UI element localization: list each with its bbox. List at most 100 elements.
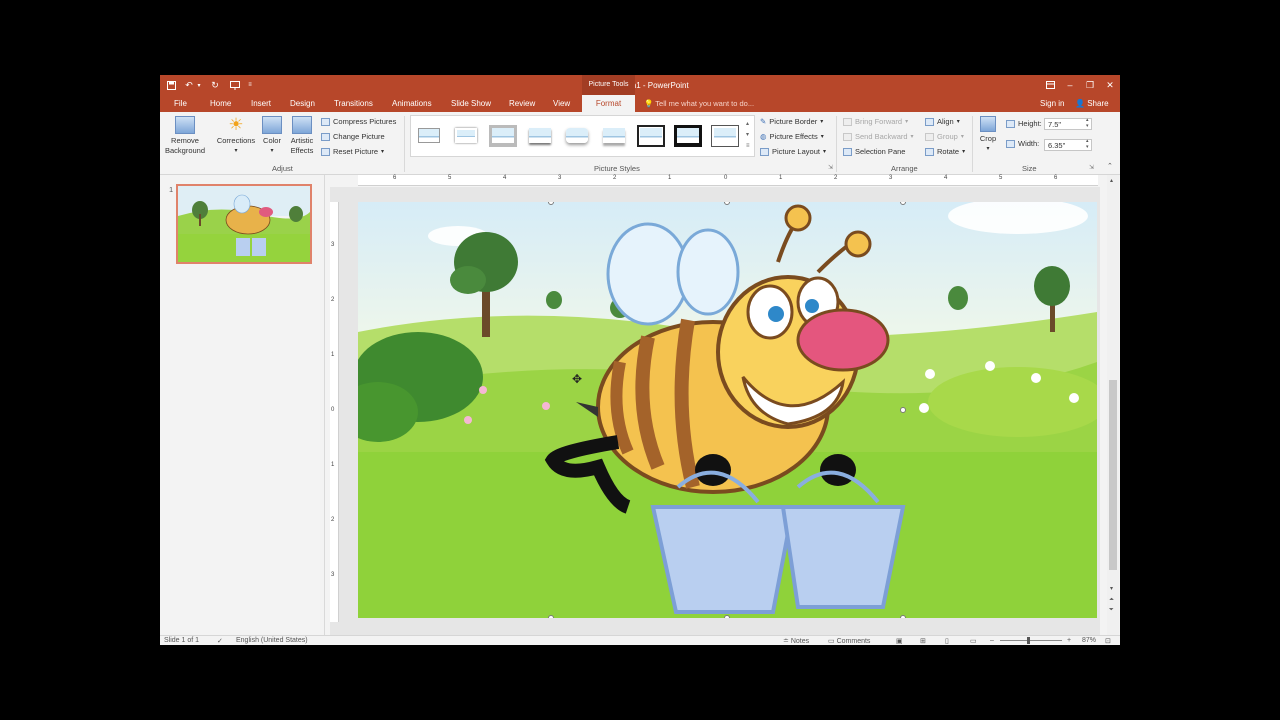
send-backward-dropdown-icon: ▾ — [910, 134, 914, 140]
height-input[interactable]: 7.5" — [1044, 118, 1092, 130]
send-backward-button[interactable]: Send Backward ▾ — [843, 132, 914, 141]
previous-slide-icon[interactable]: ⏶ — [1109, 597, 1114, 604]
minimize-icon[interactable]: – — [1060, 75, 1080, 95]
language-indicator[interactable]: English (United States) — [236, 637, 308, 644]
resize-handle-right[interactable] — [900, 407, 906, 413]
share-button[interactable]: 👤 Share — [1075, 99, 1109, 108]
picture-layout-button[interactable]: Picture Layout ▾ — [760, 147, 826, 156]
normal-view-icon[interactable]: ▣ — [896, 637, 903, 645]
align-icon — [925, 117, 934, 126]
tell-me-search[interactable]: 💡 Tell me what you want to do... — [644, 99, 754, 108]
picture-style-5[interactable] — [563, 125, 591, 147]
ruler-label: 2 — [834, 175, 838, 181]
height-spinner-icon[interactable]: ▴ ▾ — [1086, 117, 1089, 129]
bring-forward-button[interactable]: Bring Forward ▾ — [843, 117, 908, 126]
picture-style-8[interactable] — [674, 125, 702, 147]
picture-effects-button[interactable]: ◍ Picture Effects ▾ — [760, 132, 824, 141]
reading-view-icon[interactable]: ▯ — [945, 637, 949, 645]
tab-slide-show[interactable]: Slide Show — [451, 99, 491, 108]
remove-background-icon — [175, 116, 195, 134]
notes-label: Notes — [790, 638, 810, 645]
comments-label: Comments — [836, 638, 871, 645]
change-picture-label: Change Picture — [333, 132, 385, 141]
ruler-label: 3 — [331, 572, 335, 578]
picture-border-label: Picture Border — [769, 117, 818, 126]
fit-to-window-icon[interactable]: ⊡ — [1105, 637, 1111, 645]
zoom-in-icon[interactable]: + — [1067, 637, 1071, 644]
resize-handle-bottom-left[interactable] — [548, 615, 554, 618]
picture-styles-launcher-icon[interactable]: ⇲ — [828, 164, 833, 171]
bee-picture[interactable] — [358, 202, 1097, 618]
resize-handle-bottom-right[interactable] — [900, 615, 906, 618]
slide-thumbnail[interactable] — [176, 184, 312, 264]
reset-picture-button[interactable]: Reset Picture ▾ — [321, 147, 384, 156]
slide-show-view-icon[interactable]: ▭ — [970, 637, 977, 645]
corrections-button[interactable]: ☀ Corrections ▾ — [214, 116, 258, 156]
artistic-effects-button[interactable]: Artistic Effects — [286, 116, 318, 156]
width-input[interactable]: 6.35" — [1044, 139, 1092, 151]
vertical-scrollbar[interactable]: ▴ ▾ ⏶ ⏷ — [1107, 175, 1119, 635]
slide[interactable]: ✥ — [358, 202, 1097, 618]
picture-style-1[interactable] — [415, 125, 443, 147]
sign-in-link[interactable]: Sign in — [1040, 99, 1064, 108]
next-slide-icon[interactable]: ⏷ — [1109, 607, 1114, 614]
close-icon[interactable]: ✕ — [1100, 75, 1120, 95]
resize-handle-bottom[interactable] — [724, 615, 730, 618]
comments-button[interactable]: ▭ Comments — [828, 637, 870, 645]
tab-format[interactable]: Format — [582, 95, 635, 112]
spell-check-icon[interactable]: ✓ — [217, 637, 223, 645]
collapse-ribbon-icon[interactable]: ⌃ — [1107, 162, 1113, 170]
picture-style-7[interactable] — [637, 125, 665, 147]
zoom-out-icon[interactable]: – — [990, 637, 994, 644]
separator — [836, 116, 837, 172]
slide-editing-area[interactable]: ✥ — [330, 187, 1100, 635]
align-label: Align — [937, 117, 954, 126]
ruler-label: 3 — [558, 175, 562, 181]
scroll-up-icon[interactable]: ▴ — [1110, 177, 1113, 184]
restore-icon[interactable]: ❐ — [1080, 75, 1100, 95]
ruler-label: 1 — [331, 462, 335, 468]
picture-style-9[interactable] — [711, 125, 739, 147]
slide-number: 1 — [169, 185, 174, 194]
gallery-scroll-down-icon[interactable]: ▾ — [746, 131, 749, 138]
selection-pane-button[interactable]: Selection Pane — [843, 147, 905, 156]
selection-pane-label: Selection Pane — [855, 147, 906, 156]
change-picture-button[interactable]: Change Picture — [321, 132, 385, 141]
scroll-down-icon[interactable]: ▾ — [1110, 585, 1113, 592]
compress-pictures-label: Compress Pictures — [333, 117, 397, 126]
align-button[interactable]: Align ▾ — [925, 117, 960, 126]
crop-button[interactable]: Crop ▾ — [976, 116, 1000, 154]
gallery-more-icon[interactable]: ≡ — [746, 143, 750, 149]
tab-design[interactable]: Design — [290, 99, 315, 108]
picture-style-3[interactable] — [489, 125, 517, 147]
tab-home[interactable]: Home — [210, 99, 231, 108]
zoom-level[interactable]: 87% — [1082, 637, 1096, 644]
picture-style-4[interactable] — [526, 125, 554, 147]
zoom-slider-knob[interactable] — [1027, 637, 1030, 644]
ruler-label: 2 — [613, 175, 617, 181]
width-spinner-icon[interactable]: ▴ ▾ — [1086, 138, 1089, 150]
scroll-thumb[interactable] — [1109, 380, 1117, 570]
tab-file[interactable]: File — [174, 99, 187, 108]
tab-animations[interactable]: Animations — [392, 99, 432, 108]
tab-insert[interactable]: Insert — [251, 99, 271, 108]
picture-border-button[interactable]: ✎ Picture Border ▾ — [760, 117, 823, 126]
size-launcher-icon[interactable]: ⇲ — [1089, 164, 1094, 171]
compress-pictures-button[interactable]: Compress Pictures — [321, 117, 396, 126]
tab-review[interactable]: Review — [509, 99, 535, 108]
picture-style-2[interactable] — [452, 125, 480, 147]
zoom-slider[interactable] — [1000, 640, 1062, 641]
ruler-label: 5 — [999, 175, 1003, 181]
picture-style-6[interactable] — [600, 125, 628, 147]
group-button[interactable]: Group ▾ — [925, 132, 964, 141]
gallery-scroll-up-icon[interactable]: ▴ — [746, 120, 749, 127]
remove-background-button[interactable]: Remove Background — [162, 116, 208, 156]
rotate-button[interactable]: Rotate ▾ — [925, 147, 965, 156]
notes-button[interactable]: ≐ Notes — [783, 637, 809, 645]
ribbon-display-options-icon[interactable] — [1040, 75, 1060, 95]
vertical-ruler: 3 2 1 0 1 2 3 — [330, 202, 339, 622]
slide-sorter-icon[interactable]: ⊞ — [920, 637, 926, 645]
color-button[interactable]: Color ▾ — [260, 116, 284, 156]
tab-view[interactable]: View — [553, 99, 570, 108]
tab-transitions[interactable]: Transitions — [334, 99, 373, 108]
